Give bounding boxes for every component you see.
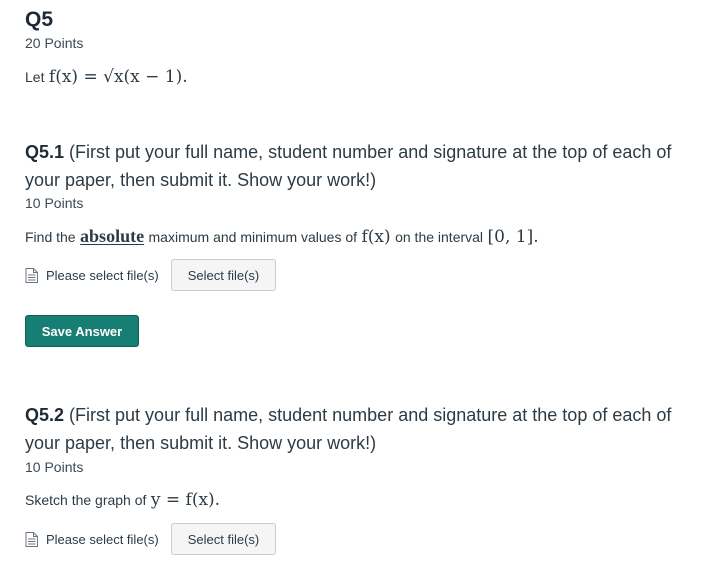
quiz-question-panel: Q5 20 Points Let f(x) = √x(x − 1). Q5.1 … <box>25 0 717 569</box>
prompt-math: f(x) <box>361 227 391 247</box>
subquestion-5-1-number: Q5.1 <box>25 142 65 162</box>
subquestion-5-2-number: Q5.2 <box>25 405 65 425</box>
file-select-label: Please select file(s) <box>46 531 159 547</box>
document-icon <box>25 531 38 547</box>
file-select-label: Please select file(s) <box>46 267 159 283</box>
prompt-prefix: Sketch the graph of <box>25 492 147 508</box>
prompt-prefix: Find the <box>25 229 76 245</box>
question-intro: Let f(x) = √x(x − 1). <box>25 67 188 87</box>
question-points: 20 Points <box>25 35 84 51</box>
subquestion-5-1-points: 10 Points <box>25 195 84 211</box>
select-files-button[interactable]: Select file(s) <box>170 523 277 555</box>
question-title: Q5 <box>25 8 54 31</box>
prompt-math: y = f(x). <box>150 490 221 510</box>
subquestion-5-1-prompt: Find the absolute maximum and minimum va… <box>25 226 539 247</box>
prompt-suffix: on the interval <box>395 229 484 245</box>
prompt-emphasis: absolute <box>80 226 145 246</box>
subquestion-5-2-points: 10 Points <box>25 459 84 475</box>
prompt-interval: [0, 1]. <box>487 227 539 247</box>
document-icon <box>25 267 38 283</box>
subquestion-5-1-text: (First put your full name, student numbe… <box>25 142 672 190</box>
subquestion-5-1-title: Q5.1 (First put your full name, student … <box>25 138 685 194</box>
subquestion-5-2-title: Q5.2 (First put your full name, student … <box>25 401 685 457</box>
subquestion-5-2-text: (First put your full name, student numbe… <box>25 405 672 453</box>
select-files-button[interactable]: Select file(s) <box>170 259 277 291</box>
prompt-middle: maximum and minimum values of <box>148 229 358 245</box>
file-upload-row-5-2: Please select file(s) Select file(s) <box>25 523 277 555</box>
save-answer-button[interactable]: Save Answer <box>25 315 139 347</box>
subquestion-5-2-prompt: Sketch the graph of y = f(x). <box>25 490 220 510</box>
file-upload-row-5-1: Please select file(s) Select file(s) <box>25 259 277 291</box>
intro-prefix: Let <box>25 69 45 85</box>
intro-math: f(x) = √x(x − 1). <box>48 67 188 87</box>
